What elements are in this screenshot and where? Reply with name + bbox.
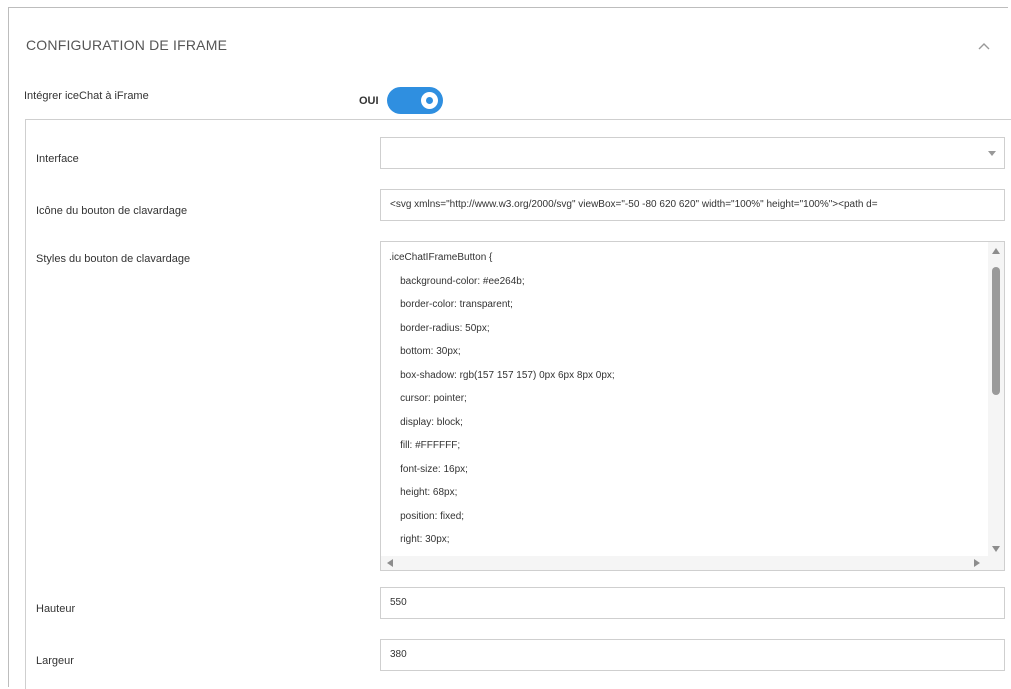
- code-line: cursor: pointer;: [389, 393, 467, 404]
- embed-toggle[interactable]: OUI: [359, 87, 443, 114]
- iframe-config-panel: CONFIGURATION DE IFRAME Intégrer iceChat…: [8, 7, 1011, 689]
- scroll-up-icon[interactable]: [992, 248, 1000, 254]
- height-label: Hauteur: [36, 603, 76, 615]
- toggle-state-text: OUI: [359, 94, 379, 107]
- interface-label: Interface: [36, 153, 79, 165]
- toggle-knob: [420, 92, 438, 109]
- code-line: box-shadow: rgb(157 157 157) 0px 6px 8px…: [389, 369, 615, 381]
- horizontal-scrollbar[interactable]: [381, 556, 990, 570]
- code-line: position: fixed;: [389, 510, 465, 522]
- section-title: CONFIGURATION DE IFRAME: [26, 37, 228, 53]
- code-line: right: 30px;: [389, 534, 450, 545]
- width-input[interactable]: 380: [380, 639, 1005, 671]
- width-label: Largeur: [36, 655, 74, 667]
- scroll-left-icon[interactable]: [387, 559, 393, 567]
- code-line: display: block;: [389, 416, 463, 428]
- code-line: border-color: transparent;: [389, 299, 513, 310]
- iframe-settings-subpanel: Interface Icône du bouton de clavardage …: [25, 119, 1011, 689]
- button-icon-input[interactable]: <svg xmlns="http://www.w3.org/2000/svg" …: [380, 189, 1005, 221]
- code-line: background-color: #ee264b;: [389, 275, 525, 287]
- height-input[interactable]: 550: [380, 587, 1005, 619]
- code-line: height: 68px;: [389, 487, 458, 498]
- embed-toggle-label: Intégrer iceChat à iFrame: [24, 90, 149, 102]
- code-line: .iceChatIFrameButton {: [389, 252, 493, 263]
- interface-select[interactable]: [380, 137, 1005, 169]
- chevron-up-icon[interactable]: [976, 39, 992, 53]
- scroll-right-icon[interactable]: [974, 559, 980, 567]
- scrollbar-corner: [988, 556, 1004, 570]
- code-line: fill: #FFFFFF;: [389, 440, 461, 451]
- code-line: bottom: 30px;: [389, 346, 461, 357]
- button-styles-label: Styles du bouton de clavardage: [36, 253, 191, 265]
- toggle-switch[interactable]: [386, 87, 443, 114]
- button-styles-code: .iceChatIFrameButton { background-color:…: [389, 246, 615, 552]
- vertical-scrollbar[interactable]: [988, 242, 1004, 558]
- code-line: border-radius: 50px;: [389, 322, 490, 334]
- scrollbar-thumb[interactable]: [992, 267, 1000, 395]
- button-styles-textarea[interactable]: .iceChatIFrameButton { background-color:…: [380, 241, 1005, 571]
- scroll-down-icon[interactable]: [992, 546, 1000, 552]
- chevron-down-icon: [988, 151, 996, 156]
- code-line: font-size: 16px;: [389, 463, 468, 475]
- button-icon-label: Icône du bouton de clavardage: [36, 205, 188, 217]
